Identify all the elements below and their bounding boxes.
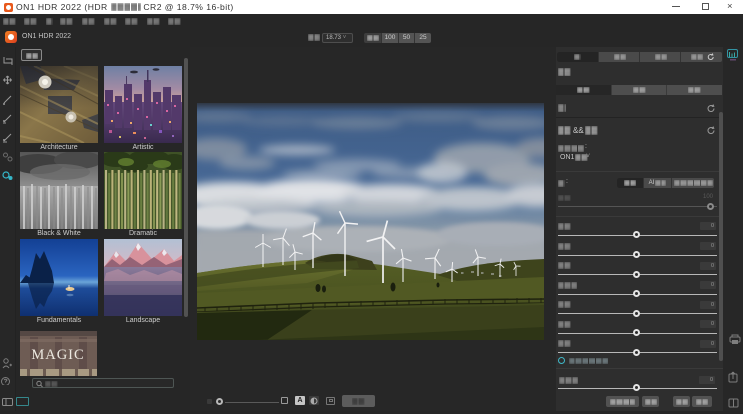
- svg-text:MAGIC: MAGIC: [31, 347, 84, 363]
